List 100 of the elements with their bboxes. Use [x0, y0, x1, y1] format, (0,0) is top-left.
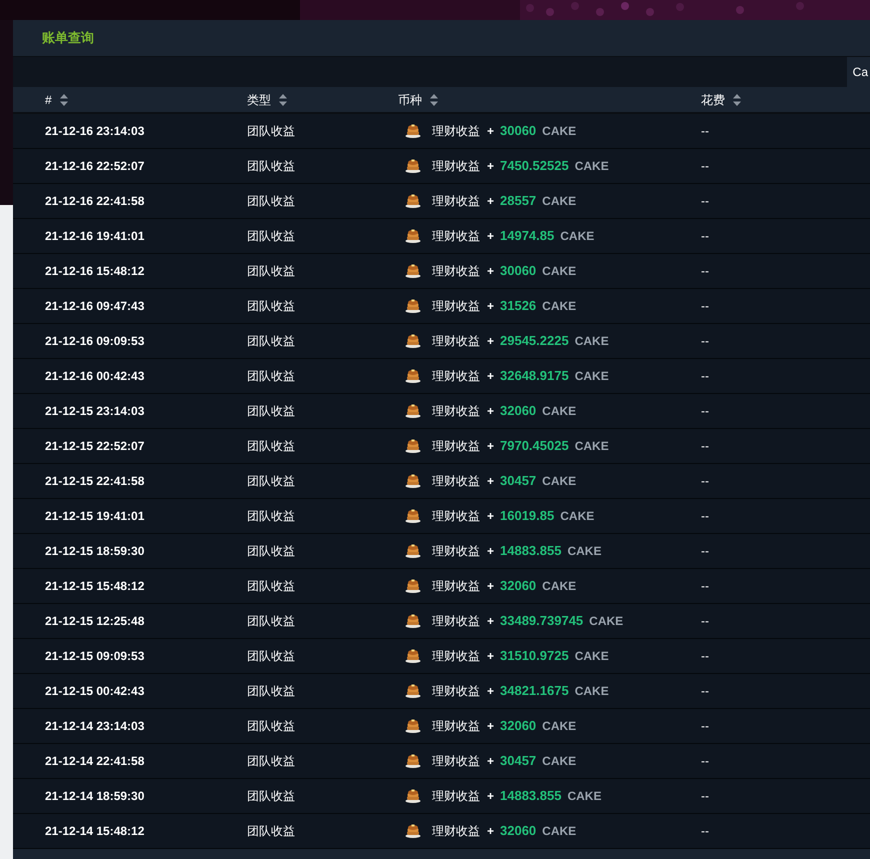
- income-label: 理财收益: [432, 298, 480, 315]
- time-cell: 21-12-15 09:09:53: [45, 649, 144, 663]
- plus-sign: +: [487, 228, 494, 245]
- fee-cell: --: [701, 264, 709, 278]
- fee-cell: --: [701, 439, 709, 453]
- time-cell: 21-12-16 22:41:58: [45, 194, 144, 208]
- time-cell: 21-12-16 19:41:01: [45, 229, 144, 243]
- time-cell: 21-12-15 22:52:07: [45, 439, 144, 453]
- plus-sign: +: [487, 368, 494, 385]
- pancake-icon: [405, 509, 421, 523]
- amount-value: 14883.855: [500, 542, 562, 560]
- amount-value: 7450.52525: [500, 157, 569, 176]
- income-label: 理财收益: [432, 648, 480, 665]
- income-label: 理财收益: [432, 473, 480, 490]
- type-cell: 团队收益: [247, 614, 295, 628]
- currency-label: CAKE: [574, 438, 609, 456]
- pancake-icon: [405, 544, 421, 558]
- currency-label: CAKE: [542, 578, 576, 596]
- type-cell: 团队收益: [247, 579, 295, 593]
- type-cell: 团队收益: [247, 509, 295, 523]
- fee-cell: --: [701, 509, 709, 523]
- amount-value: 33489.739745: [500, 612, 584, 630]
- time-cell: 21-12-15 00:42:43: [45, 684, 144, 698]
- currency-label: CAKE: [574, 648, 609, 666]
- fee-cell: --: [701, 544, 709, 558]
- sort-icon[interactable]: [430, 94, 438, 106]
- plus-sign: +: [487, 403, 494, 420]
- plus-sign: +: [487, 753, 494, 770]
- time-cell: 21-12-15 12:25:48: [45, 614, 144, 628]
- currency-label: CAKE: [574, 683, 609, 700]
- amount-value: 28557: [500, 192, 536, 210]
- time-cell: 21-12-16 15:48:12: [45, 264, 144, 278]
- currency-label: CAKE: [567, 543, 602, 560]
- pancake-icon: [405, 684, 421, 698]
- fee-cell: --: [701, 194, 709, 208]
- type-cell: 团队收益: [247, 474, 295, 488]
- pancake-icon: [405, 754, 421, 768]
- pancake-icon: [405, 614, 421, 628]
- type-cell: 团队收益: [247, 334, 295, 348]
- plus-sign: +: [487, 578, 494, 595]
- amount-value: 31526: [500, 297, 536, 316]
- currency-label: CAKE: [542, 823, 576, 840]
- income-label: 理财收益: [432, 333, 480, 350]
- currency-label: CAKE: [567, 788, 602, 806]
- income-label: 理财收益: [432, 368, 480, 385]
- plus-sign: +: [487, 508, 494, 525]
- time-cell: 21-12-15 15:48:12: [45, 579, 144, 593]
- time-cell: 21-12-15 23:14:03: [45, 404, 144, 418]
- income-label: 理财收益: [432, 438, 480, 455]
- type-cell: 团队收益: [247, 789, 295, 803]
- pancake-icon: [405, 124, 421, 138]
- income-label: 理财收益: [432, 123, 480, 140]
- income-label: 理财收益: [432, 788, 480, 805]
- plus-sign: +: [487, 333, 494, 350]
- column-header[interactable]: 币种: [398, 90, 422, 108]
- plus-sign: +: [487, 823, 494, 840]
- plus-sign: +: [487, 473, 494, 490]
- plus-sign: +: [487, 438, 494, 455]
- plus-sign: +: [487, 683, 494, 700]
- pancake-icon: [405, 789, 421, 803]
- fee-cell: --: [701, 229, 709, 243]
- toolbar-button[interactable]: Ca: [846, 57, 870, 87]
- column-header[interactable]: 类型: [247, 90, 271, 108]
- fee-cell: --: [701, 684, 709, 698]
- time-cell: 21-12-15 22:41:58: [45, 474, 144, 488]
- sort-icon[interactable]: [733, 94, 741, 106]
- income-label: 理财收益: [432, 193, 480, 210]
- type-cell: 团队收益: [247, 754, 295, 768]
- plus-sign: +: [487, 263, 494, 280]
- currency-label: CAKE: [542, 403, 576, 420]
- currency-label: CAKE: [574, 368, 609, 386]
- column-header[interactable]: 花费: [701, 90, 725, 108]
- amount-value: 14883.855: [500, 787, 562, 806]
- type-cell: 团队收益: [247, 194, 295, 208]
- amount-value: 30060: [500, 262, 536, 280]
- amount-value: 30060: [500, 122, 536, 140]
- amount-value: 32060: [500, 577, 536, 596]
- currency-label: CAKE: [574, 333, 609, 350]
- currency-label: CAKE: [542, 263, 576, 280]
- income-label: 理财收益: [432, 578, 480, 595]
- type-cell: 团队收益: [247, 369, 295, 383]
- plus-sign: +: [487, 193, 494, 210]
- amount-value: 16019.85: [500, 507, 554, 526]
- pancake-icon: [405, 369, 421, 383]
- pancake-icon: [405, 404, 421, 418]
- sort-icon[interactable]: [279, 94, 287, 106]
- amount-value: 34821.1675: [500, 682, 569, 700]
- type-cell: 团队收益: [247, 439, 295, 453]
- income-label: 理财收益: [432, 753, 480, 770]
- sort-icon[interactable]: [60, 94, 68, 106]
- column-header[interactable]: #: [45, 90, 52, 108]
- fee-cell: --: [701, 614, 709, 628]
- amount-value: 31510.9725: [500, 647, 569, 666]
- time-cell: 21-12-14 15:48:12: [45, 824, 144, 838]
- fee-cell: --: [701, 789, 709, 803]
- income-label: 理财收益: [432, 508, 480, 525]
- amount-value: 30457: [500, 472, 536, 490]
- income-label: 理财收益: [432, 543, 480, 560]
- type-cell: 团队收益: [247, 649, 295, 663]
- plus-sign: +: [487, 788, 494, 805]
